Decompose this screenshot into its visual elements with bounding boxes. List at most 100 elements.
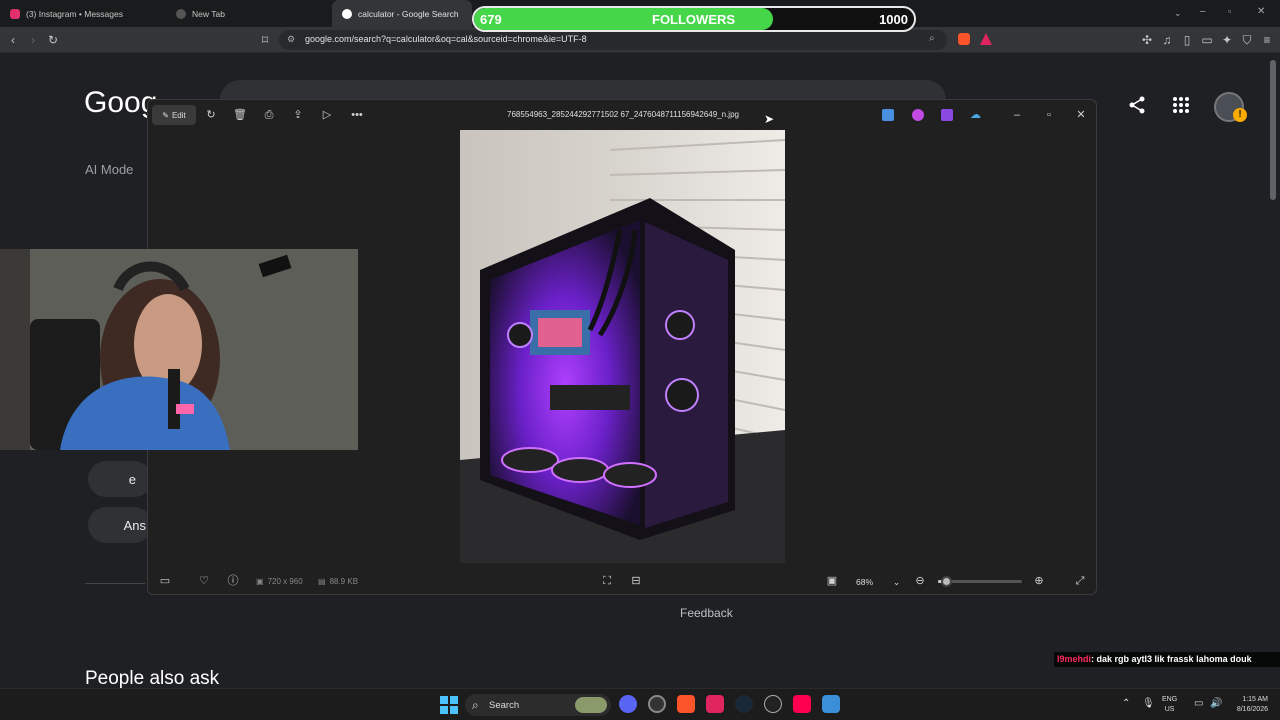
clipchamp-icon[interactable] xyxy=(941,109,953,121)
windows-taskbar: ⌕ Search ⌃ 🎙 ENG US ▭ 🔊 1:15 AM 8/16/202… xyxy=(0,688,1280,720)
followers-current: 679 xyxy=(480,12,502,27)
brave-icon[interactable] xyxy=(677,695,695,713)
close-icon[interactable]: ✕ xyxy=(1074,108,1088,122)
microphone-icon[interactable]: 🎙 xyxy=(1142,698,1155,709)
clock-time: 1:15 AM xyxy=(1242,696,1268,703)
language-code: ENG xyxy=(1162,696,1178,703)
webcam-overlay xyxy=(0,249,358,450)
pc-case-photo xyxy=(460,130,785,563)
file-name: 768554963_285244292771502 67_24760487111… xyxy=(507,110,739,119)
followers-goal: 1000 xyxy=(879,12,908,27)
google-apps-icon[interactable] xyxy=(1172,96,1190,114)
shield-icon xyxy=(176,8,186,19)
discord-icon[interactable] xyxy=(619,695,637,713)
followers-label: FOLLOWERS xyxy=(652,12,736,27)
menu-icon[interactable]: ≡ xyxy=(1260,33,1274,47)
designer-icon[interactable] xyxy=(912,109,924,121)
tiktok-icon[interactable] xyxy=(793,695,811,713)
onedrive-icon[interactable]: ☁ xyxy=(970,109,984,121)
windows-start-icon[interactable] xyxy=(440,696,458,714)
dimensions-icon: ▣ xyxy=(256,577,264,586)
filmstrip-icon[interactable]: ▭ xyxy=(158,574,172,588)
chevron-up-icon[interactable]: ⌃ xyxy=(1122,698,1130,709)
wallet-icon[interactable]: ▭ xyxy=(1200,33,1214,47)
search-icon: ⌕ xyxy=(472,698,479,712)
tab-new-tab[interactable]: New Tab xyxy=(166,0,336,27)
capcut-icon[interactable] xyxy=(764,695,782,713)
image-dimensions: ▣ 720 x 960 xyxy=(256,577,303,586)
image-file-size: ▤ 88.9 KB xyxy=(318,577,358,586)
site-info-icon[interactable]: ⚙ xyxy=(287,34,295,45)
minimize-icon[interactable]: – xyxy=(1200,6,1206,17)
sidebar-icon[interactable]: ▯ xyxy=(1180,33,1194,47)
file-size-text: 88.9 KB xyxy=(329,577,359,586)
mouse-cursor: ➤ xyxy=(764,112,775,126)
back-icon[interactable]: ‹ xyxy=(6,33,20,47)
brave-shields-icon[interactable] xyxy=(958,33,970,45)
zoom-out-icon[interactable]: ⊖ xyxy=(913,574,927,588)
chevron-down-icon: ⌄ xyxy=(893,576,901,587)
minimize-icon[interactable]: – xyxy=(1010,108,1024,122)
viewer-statusbar: ▭ ♡ ⓘ ▣ 720 x 960 ▤ 88.9 KB ⛶ ⊟ ▣ 68% ⌄ … xyxy=(148,566,1096,596)
zoom-slider[interactable] xyxy=(938,576,1022,587)
chip-label: e xyxy=(128,471,136,487)
favorite-icon[interactable]: ♡ xyxy=(197,574,211,588)
ai-icon[interactable]: ✦ xyxy=(1220,33,1234,47)
chat-username: l9mehdi xyxy=(1057,654,1092,664)
google-icon xyxy=(342,8,352,19)
tab-search-icon[interactable]: ⌄ xyxy=(1174,8,1182,19)
paint-icon[interactable] xyxy=(882,109,894,121)
zoom-value: 68% xyxy=(856,577,874,587)
tab-title: (3) Instagram • Messages xyxy=(26,8,123,19)
zoom-icon[interactable]: ⌕ xyxy=(929,33,935,44)
text-select-icon[interactable]: ⊟ xyxy=(629,574,643,588)
chip-e[interactable]: e xyxy=(88,461,152,497)
obs-icon[interactable] xyxy=(648,695,666,713)
feedback-link[interactable]: Feedback xyxy=(680,606,733,620)
ai-mode-tab[interactable]: AI Mode xyxy=(85,162,133,177)
close-window-icon[interactable]: ✕ xyxy=(1257,6,1265,17)
page-scrollbar[interactable] xyxy=(1270,60,1276,200)
zoom-dropdown[interactable]: 68% ⌄ xyxy=(848,574,906,590)
instagram-icon xyxy=(10,8,20,19)
volume-icon[interactable]: 🔊 xyxy=(1210,698,1222,709)
system-tray: ⌃ 🎙 ENG US ▭ 🔊 1:15 AM 8/16/2026 xyxy=(1120,693,1280,717)
share-icon[interactable] xyxy=(1128,96,1146,114)
maximize-icon[interactable]: ▫ xyxy=(1228,6,1231,16)
chip-ans[interactable]: Ans xyxy=(88,507,152,543)
zoom-in-icon[interactable]: ⊕ xyxy=(1032,574,1046,588)
photos-icon[interactable] xyxy=(822,695,840,713)
tab-title: calculator - Google Search xyxy=(358,8,459,19)
fit-screen-icon[interactable]: ▣ xyxy=(825,574,839,588)
info-icon[interactable]: ⓘ xyxy=(226,574,240,588)
crop-view-icon[interactable]: ⛶ xyxy=(600,574,614,588)
people-also-ask-heading: People also ask xyxy=(85,668,220,689)
maximize-icon[interactable]: ▫ xyxy=(1042,108,1056,122)
tab-title: New Tab xyxy=(192,8,225,19)
clock[interactable]: 1:15 AM 8/16/2026 xyxy=(1228,695,1268,715)
network-icon[interactable]: ▭ xyxy=(1194,698,1203,709)
viewer-titlebar: ✎ Edit ↻ 🗑 ⎙ ⇪ ▷ ••• 768554963_285244292… xyxy=(148,100,1096,130)
url-text[interactable]: google.com/search?q=calculator&oq=cal&so… xyxy=(305,34,587,44)
file-size-icon: ▤ xyxy=(318,577,326,586)
vpn-icon[interactable]: ⛉ xyxy=(1240,33,1254,47)
zoom-slider-knob[interactable] xyxy=(941,576,953,587)
forward-icon[interactable]: › xyxy=(26,33,40,47)
chip-label: Ans xyxy=(123,517,146,533)
reload-icon[interactable]: ↻ xyxy=(46,33,60,47)
brave-rewards-icon[interactable] xyxy=(980,33,992,45)
taskbar-search-label: Search xyxy=(489,699,520,711)
adobe-icon[interactable] xyxy=(706,695,724,713)
language-indicator[interactable]: ENG US xyxy=(1162,695,1177,715)
steam-icon[interactable] xyxy=(735,695,753,713)
taskbar-search[interactable]: ⌕ Search xyxy=(465,694,611,716)
dimensions-text: 720 x 960 xyxy=(267,577,303,586)
bookmark-icon[interactable]: ⌑ xyxy=(258,33,272,47)
address-bar[interactable]: ⚙ google.com/search?q=calculator&oq=cal&… xyxy=(279,30,947,50)
tab-google-search[interactable]: calculator - Google Search xyxy=(332,0,472,27)
tab-instagram[interactable]: (3) Instagram • Messages xyxy=(0,0,170,27)
extensions-icon[interactable]: ✣ xyxy=(1140,33,1154,47)
warning-icon: ! xyxy=(1233,108,1247,122)
media-icon[interactable]: ♫ xyxy=(1160,33,1174,47)
fullscreen-icon[interactable]: ⤢ xyxy=(1073,574,1087,588)
